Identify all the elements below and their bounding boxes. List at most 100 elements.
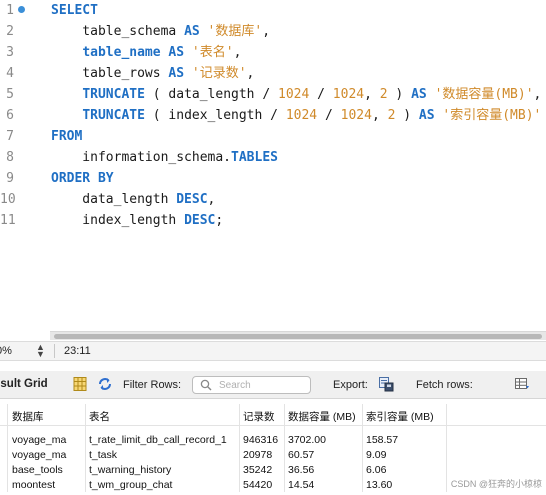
cell-database[interactable]: moontest: [12, 479, 55, 491]
search-input[interactable]: [219, 379, 307, 392]
sql-string: '数据容量(MB)': [434, 87, 534, 102]
cell-row-count[interactable]: 35242: [243, 464, 272, 476]
grid-header-row: 数据库 表名 记录数 数据容量 (MB) 索引容量 (MB): [0, 404, 546, 426]
cell-index-size[interactable]: 9.09: [366, 449, 386, 461]
sql-text: table_schema: [51, 24, 185, 39]
sql-editor[interactable]: 1 SELECT 2 table_schema AS '数据库', 3 table_n…: [0, 0, 546, 330]
code-line[interactable]: 11 index_length DESC;: [0, 210, 546, 231]
sql-text: /: [309, 87, 333, 102]
cell-row-count[interactable]: 54420: [243, 479, 272, 491]
code-line[interactable]: 3 table_name AS '表名',: [0, 42, 546, 63]
sql-text: ( index_length /: [144, 108, 286, 123]
code-line[interactable]: 2 table_schema AS '数据库',: [0, 21, 546, 42]
line-number: 7: [6, 129, 14, 144]
cell-table-name[interactable]: t_task: [89, 449, 117, 461]
code-line[interactable]: 4 table_rows AS '记录数',: [0, 63, 546, 84]
watermark: CSDN @狂奔的小椋椋: [450, 479, 542, 489]
code-line[interactable]: 8 information_schema.TABLES: [0, 147, 546, 168]
code-line[interactable]: 10 data_length DESC,: [0, 189, 546, 210]
result-toolbar: esult Grid Filter Rows: Export: Fetch ro…: [0, 371, 546, 399]
line-number: 10: [0, 192, 16, 207]
sql-keyword: ORDER BY: [51, 171, 114, 186]
sql-text: ,: [246, 66, 255, 81]
sql-string: '表名': [191, 45, 234, 60]
grid-view-icon[interactable]: [72, 376, 88, 392]
breakpoint-dot-icon[interactable]: [18, 6, 25, 13]
sql-text: ( data_length /: [144, 87, 278, 102]
code-text: table_rows AS '记录数',: [51, 63, 254, 84]
scrollbar-thumb[interactable]: [54, 334, 542, 339]
column-header[interactable]: 数据容量 (MB): [288, 409, 356, 424]
cell-table-name[interactable]: t_rate_limit_db_call_record_1: [89, 434, 227, 446]
sql-keyword: TRUNCATE: [82, 87, 145, 102]
sql-text: ,: [233, 45, 242, 60]
export-icon[interactable]: [378, 376, 394, 392]
sql-keyword: AS: [168, 66, 185, 81]
line-number: 8: [6, 150, 14, 165]
code-line[interactable]: 9 ORDER BY: [0, 168, 546, 189]
fetch-rows-icon[interactable]: [514, 376, 530, 392]
editor-horizontal-scrollbar[interactable]: [50, 331, 546, 340]
code-text: information_schema.TABLES: [51, 147, 278, 168]
export-label: Export:: [333, 379, 368, 391]
line-number: 11: [0, 213, 16, 228]
table-row[interactable]: voyage_ma t_task 20978 60.57 9.09: [0, 448, 546, 463]
cell-database[interactable]: voyage_ma: [12, 434, 66, 446]
code-text: SELECT: [51, 0, 98, 21]
column-header[interactable]: 表名: [89, 409, 110, 424]
code-line[interactable]: 7 FROM: [0, 126, 546, 147]
line-number: 2: [6, 24, 14, 39]
cell-data-size[interactable]: 60.57: [288, 449, 314, 461]
cell-index-size[interactable]: 6.06: [366, 464, 386, 476]
search-icon: [200, 379, 212, 391]
sql-number: 1024: [285, 108, 318, 123]
line-number: 4: [6, 66, 14, 81]
sql-keyword: AS: [418, 108, 435, 123]
code-text: table_name AS '表名',: [51, 42, 241, 63]
cell-index-size[interactable]: 158.57: [366, 434, 398, 446]
cell-database[interactable]: voyage_ma: [12, 449, 66, 461]
sql-text: data_length: [51, 192, 177, 207]
code-text: FROM: [51, 126, 82, 147]
cell-database[interactable]: base_tools: [12, 464, 63, 476]
code-line[interactable]: 6 TRUNCATE ( index_length / 1024 / 1024,…: [0, 105, 546, 126]
cell-row-count[interactable]: 20978: [243, 449, 272, 461]
sql-text: information_schema.: [51, 150, 232, 165]
cell-table-name[interactable]: t_wm_group_chat: [89, 479, 172, 491]
code-line[interactable]: 1 SELECT: [0, 0, 546, 21]
table-row[interactable]: voyage_ma t_rate_limit_db_call_record_1 …: [0, 433, 546, 448]
table-row[interactable]: base_tools t_warning_history 35242 36.56…: [0, 463, 546, 478]
sql-keyword: FROM: [51, 129, 83, 144]
sql-string: '索引容量(MB)': [442, 108, 542, 123]
column-header[interactable]: 数据库: [12, 409, 44, 424]
filter-search-box[interactable]: [192, 376, 311, 394]
code-text: TRUNCATE ( data_length / 1024 / 1024, 2 …: [51, 84, 541, 105]
column-header[interactable]: 记录数: [243, 409, 275, 424]
sql-string: '数据库': [207, 24, 263, 39]
refresh-icon[interactable]: [97, 376, 113, 392]
sql-text: ): [395, 108, 419, 123]
cell-data-size[interactable]: 36.56: [288, 464, 314, 476]
zoom-stepper-icon[interactable]: ▲ ▼: [36, 343, 45, 359]
column-header[interactable]: 索引容量 (MB): [366, 409, 434, 424]
cell-table-name[interactable]: t_warning_history: [89, 464, 171, 476]
code-text: ORDER BY: [51, 168, 114, 189]
sql-text: index_length: [51, 213, 185, 228]
code-line[interactable]: 5 TRUNCATE ( data_length / 1024 / 1024, …: [0, 84, 546, 105]
cell-data-size[interactable]: 3702.00: [288, 434, 326, 446]
sql-number: 1024: [340, 108, 372, 123]
sql-keyword: DESC: [176, 192, 208, 207]
code-text: data_length DESC,: [51, 189, 215, 210]
sql-number: 2: [379, 87, 388, 102]
cell-index-size[interactable]: 13.60: [366, 479, 392, 491]
result-grid-tab[interactable]: esult Grid: [0, 378, 48, 390]
sql-text: ,: [262, 24, 271, 39]
line-number: 6: [6, 108, 14, 123]
sql-number: 1024: [332, 87, 365, 102]
cell-data-size[interactable]: 14.54: [288, 479, 314, 491]
sql-text: ,: [371, 108, 388, 123]
cell-row-count[interactable]: 946316: [243, 434, 278, 446]
